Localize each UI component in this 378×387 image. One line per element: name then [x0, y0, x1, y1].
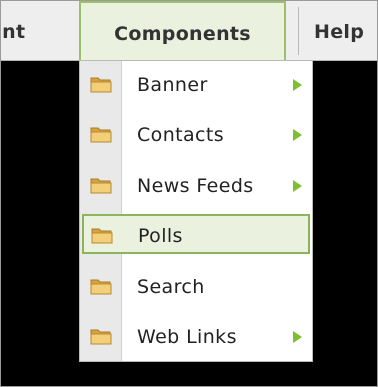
folder-icon [90, 329, 112, 345]
dropdown-item-contacts[interactable]: Contacts [81, 113, 311, 153]
dropdown-item-label: News Feeds [137, 175, 254, 197]
submenu-arrow-icon [293, 180, 302, 192]
menu-item-help[interactable]: Help [314, 1, 377, 60]
components-dropdown: Banner Contacts News Feeds Polls Search … [79, 60, 313, 362]
screenshot-frame: ent Components Help Banner Contacts [0, 0, 378, 387]
menu-item-content-label: ent [1, 21, 26, 43]
dropdown-item-label: Banner [137, 74, 208, 96]
submenu-arrow-icon [293, 129, 302, 141]
folder-icon [91, 228, 113, 244]
menu-separator [298, 7, 299, 55]
dropdown-item-banner[interactable]: Banner [81, 63, 311, 103]
dropdown-item-label: Contacts [137, 124, 225, 146]
top-menu-bar: ent Components Help [1, 1, 377, 61]
folder-icon [90, 178, 112, 194]
folder-icon [90, 279, 112, 295]
folder-icon [90, 77, 112, 93]
folder-icon [90, 127, 112, 143]
dropdown-item-search[interactable]: Search [81, 265, 311, 305]
dropdown-item-label: Web Links [137, 326, 237, 348]
menu-item-help-label: Help [314, 21, 365, 43]
submenu-arrow-icon [293, 79, 302, 91]
dropdown-item-polls[interactable]: Polls [82, 214, 310, 254]
menu-item-content[interactable]: ent [1, 1, 63, 60]
dropdown-item-label: Polls [138, 225, 183, 247]
submenu-arrow-icon [293, 331, 302, 343]
menu-item-components[interactable]: Components [79, 1, 286, 60]
menu-item-components-label: Components [114, 23, 251, 45]
dropdown-item-label: Search [137, 276, 205, 298]
dropdown-item-web-links[interactable]: Web Links [81, 315, 311, 355]
dropdown-item-news-feeds[interactable]: News Feeds [81, 164, 311, 204]
